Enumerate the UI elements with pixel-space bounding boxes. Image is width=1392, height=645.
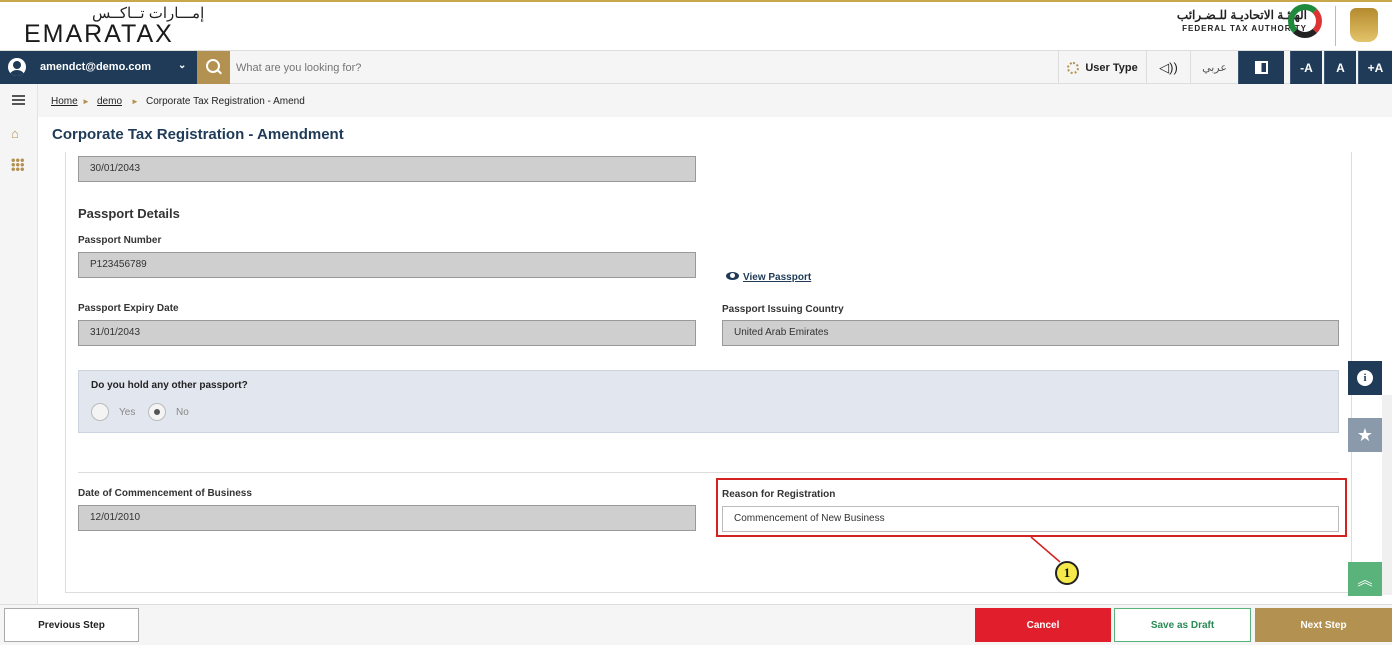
passport-country-field: United Arab Emirates — [722, 320, 1339, 346]
gear-icon — [1067, 61, 1080, 74]
info-button[interactable]: i — [1348, 361, 1382, 395]
other-passport-question: Do you hold any other passport? — [91, 380, 248, 391]
radio-yes-label: Yes — [119, 407, 136, 418]
passport-number-label: Passport Number — [78, 235, 162, 246]
breadcrumb-demo[interactable]: demo — [97, 96, 122, 107]
search-input[interactable] — [236, 55, 736, 80]
section-divider — [78, 472, 1339, 473]
user-email: amendct@demo.com — [40, 61, 151, 73]
font-decrease-button[interactable]: -A — [1290, 51, 1322, 84]
user-account-menu[interactable]: amendct@demo.com ⌄ — [0, 51, 197, 84]
favorite-star-icon[interactable]: ★ — [1348, 418, 1382, 452]
passport-expiry-label: Passport Expiry Date — [78, 303, 179, 314]
info-icon: i — [1357, 370, 1373, 386]
language-toggle[interactable]: عربي — [1190, 51, 1238, 84]
speaker-icon[interactable]: ◁)) — [1146, 51, 1190, 84]
cancel-button[interactable]: Cancel — [975, 608, 1111, 642]
search-button[interactable] — [197, 51, 230, 84]
reason-for-registration-field[interactable]: Commencement of New Business — [722, 506, 1339, 532]
top-header: إمـــارات تــاكــس EMARATAX الهيئـة الات… — [0, 0, 1392, 50]
emaratax-logo[interactable]: EMARATAX — [24, 20, 174, 49]
scrollbar[interactable] — [1382, 395, 1392, 595]
contrast-toggle[interactable] — [1238, 51, 1284, 84]
radio-yes[interactable] — [91, 403, 109, 421]
breadcrumb-home[interactable]: Home — [51, 96, 78, 107]
next-step-button[interactable]: Next Step — [1255, 608, 1392, 642]
top-date-field: 30/01/2043 — [78, 156, 696, 182]
reason-label: Reason for Registration — [722, 489, 836, 500]
passport-number-field: P123456789 — [78, 252, 696, 278]
left-rail: ⌂ — [0, 84, 38, 604]
commencement-date-label: Date of Commencement of Business — [78, 488, 252, 499]
callout-badge: 1 — [1055, 561, 1079, 585]
fta-logo-icon — [1288, 4, 1322, 38]
breadcrumb-separator-icon: ► — [82, 97, 90, 106]
chevron-down-icon: ⌄ — [178, 60, 187, 71]
radio-no[interactable] — [148, 403, 166, 421]
passport-section-title: Passport Details — [78, 206, 180, 221]
user-avatar-icon — [8, 58, 26, 76]
commencement-date-field: 12/01/2010 — [78, 505, 696, 531]
view-passport-label: View Passport — [743, 272, 812, 283]
radio-no-label: No — [176, 407, 189, 418]
home-icon[interactable]: ⌂ — [11, 126, 19, 141]
scroll-top-icon[interactable]: ︽ — [1348, 562, 1382, 596]
previous-step-button[interactable]: Previous Step — [4, 608, 139, 642]
breadcrumb: Home ► demo ► Corporate Tax Registration… — [38, 84, 1392, 117]
passport-country-label: Passport Issuing Country — [722, 304, 844, 315]
contrast-icon — [1255, 61, 1268, 74]
eye-icon — [726, 272, 739, 280]
user-type-label: User Type — [1085, 61, 1138, 74]
header-divider — [1335, 6, 1336, 46]
font-reset-button[interactable]: A — [1324, 51, 1356, 84]
callout-pointer — [1030, 536, 1061, 563]
page-title: Corporate Tax Registration - Amendment — [52, 126, 344, 143]
other-passport-question-box: Do you hold any other passport? Yes No — [78, 370, 1339, 433]
apps-grid-icon[interactable] — [11, 158, 24, 171]
font-increase-button[interactable]: +A — [1358, 51, 1392, 84]
uae-emblem-icon — [1350, 8, 1378, 42]
footer-bar: Previous Step Cancel Save as Draft Next … — [0, 604, 1392, 645]
navigation-bar: amendct@demo.com ⌄ User Type ◁)) عربي -A… — [0, 50, 1392, 84]
passport-expiry-field: 31/01/2043 — [78, 320, 696, 346]
hamburger-menu-icon[interactable] — [12, 95, 25, 105]
breadcrumb-separator-icon: ► — [131, 97, 139, 106]
save-draft-button[interactable]: Save as Draft — [1114, 608, 1251, 642]
breadcrumb-current: Corporate Tax Registration - Amend — [146, 96, 305, 107]
user-type-menu[interactable]: User Type — [1058, 51, 1146, 84]
view-passport-link[interactable]: View Passport — [726, 272, 811, 283]
